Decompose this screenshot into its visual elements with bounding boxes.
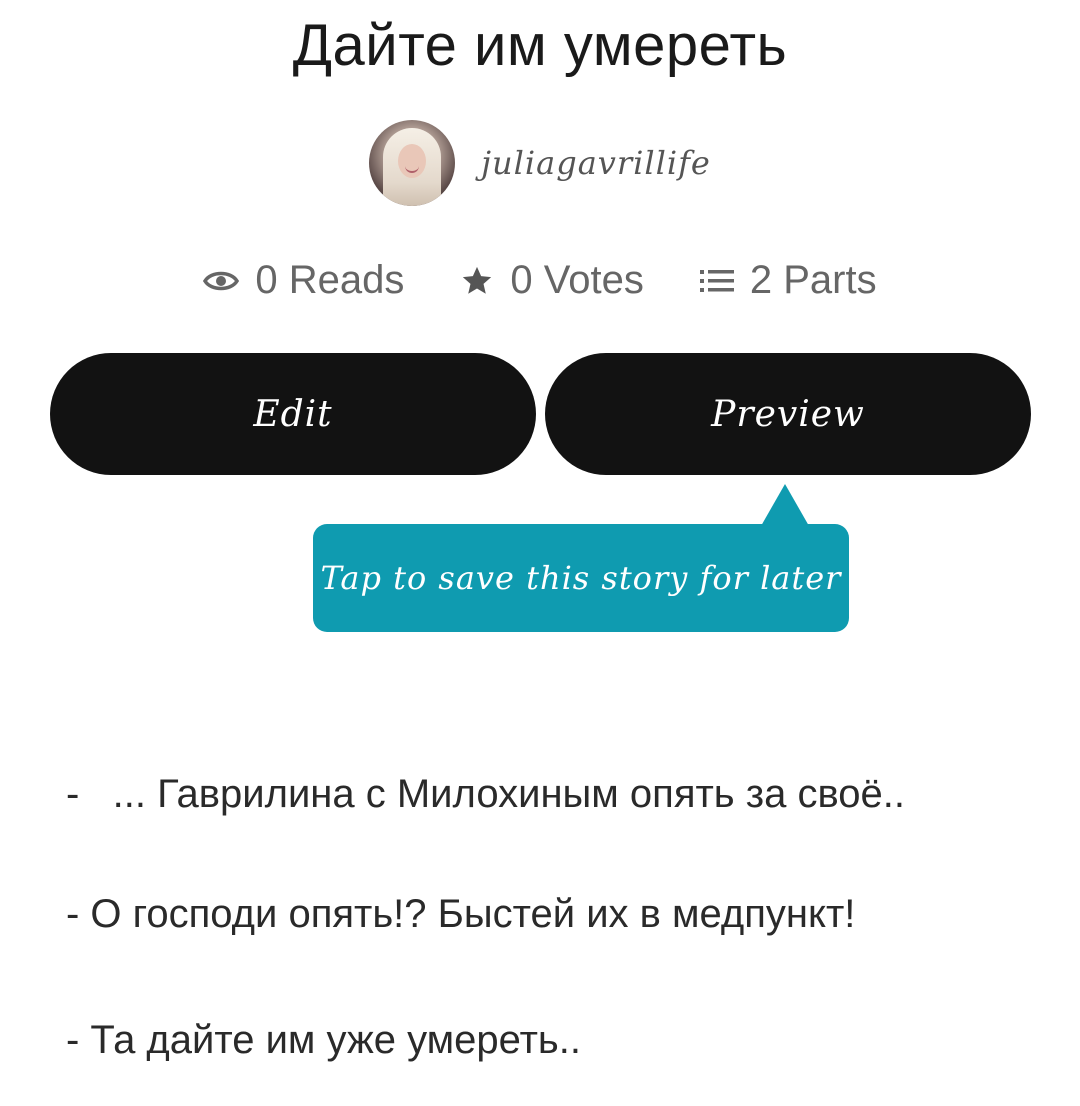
story-text-line: - О господи опять!? Быстей их в медпункт… — [66, 892, 856, 936]
votes-count: 0 Votes — [510, 258, 644, 302]
save-tooltip[interactable]: Tap to save this story for later — [313, 524, 849, 632]
tooltip-arrow — [761, 484, 809, 526]
parts-stat[interactable]: 2 Parts — [699, 258, 877, 303]
author-avatar[interactable] — [369, 120, 456, 206]
star-icon — [463, 266, 492, 294]
parts-count[interactable]: 2 Parts — [750, 258, 877, 303]
author-name[interactable]: juliagavrillife — [481, 144, 711, 182]
story-title: Дайте им умереть — [292, 13, 788, 78]
story-stats: 0 Reads 0 Votes 2 Parts — [0, 258, 1080, 303]
reads-stat: 0 Reads — [203, 258, 404, 303]
story-text-line: - Та дайте им уже умереть.. — [66, 1018, 581, 1062]
reads-count: 0 Reads — [255, 258, 405, 302]
edit-button[interactable]: Edit — [50, 353, 536, 475]
list-icon — [699, 269, 734, 292]
author-row[interactable]: juliagavrillife — [0, 120, 1080, 206]
story-text-line: - ... Гаврилина с Милохиным опять за сво… — [66, 772, 905, 816]
preview-button[interactable]: Preview — [545, 353, 1031, 475]
votes-stat: 0 Votes — [460, 258, 644, 303]
eye-icon — [203, 271, 240, 290]
